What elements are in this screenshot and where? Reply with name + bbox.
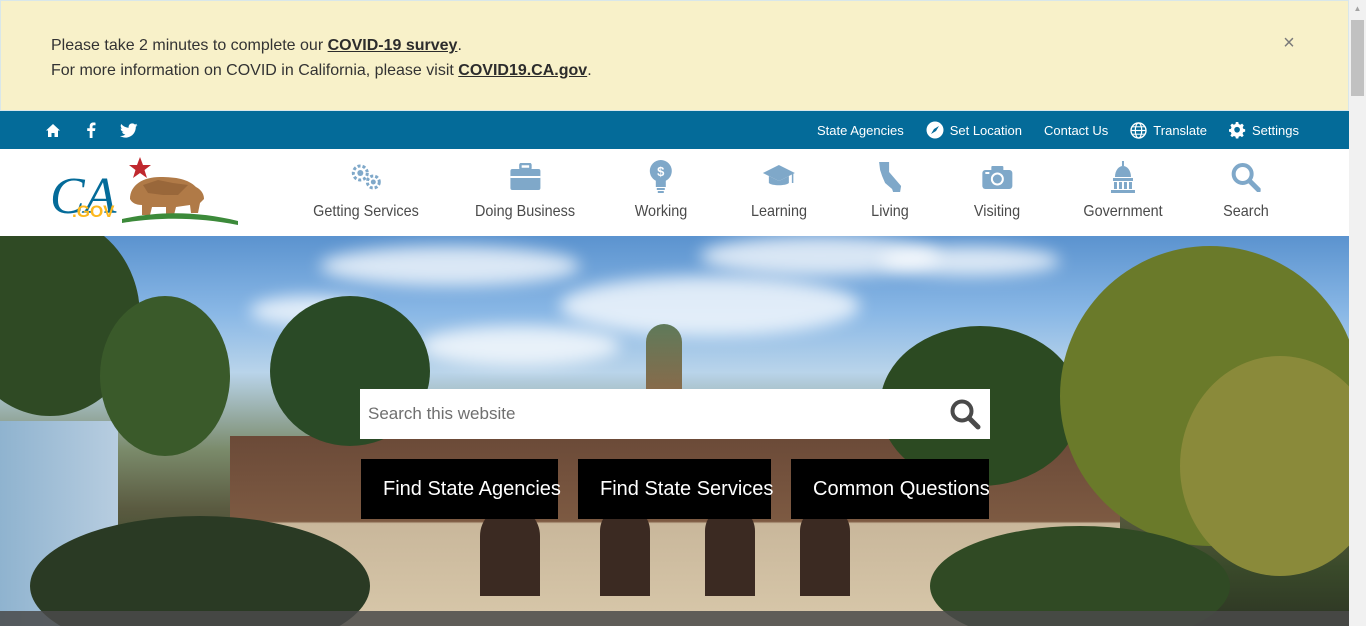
search-icon [1228, 159, 1264, 195]
location-compass-icon [926, 121, 944, 139]
nav-working[interactable]: $ Working [632, 159, 690, 229]
capitol-icon [1105, 159, 1141, 195]
nav-doing-business[interactable]: Doing Business [469, 159, 580, 229]
social-links [44, 111, 138, 149]
common-questions-button[interactable]: Common Questions [791, 459, 990, 519]
covid-survey-link[interactable]: COVID-19 survey [328, 37, 458, 54]
scrollbar-thumb[interactable] [1351, 20, 1364, 96]
settings-label: Settings [1252, 122, 1299, 138]
alert-line-2: For more information on COVID in Califor… [51, 58, 592, 83]
find-state-agencies-button[interactable]: Find State Agencies [361, 459, 561, 519]
set-location-link[interactable]: Set Location [926, 121, 1022, 139]
main-navigation: Getting Services Doing Business $ Workin… [0, 149, 1349, 236]
state-agencies-label: State Agencies [816, 122, 904, 138]
gear-icon [1229, 121, 1246, 139]
alert-line-2-suffix: . [587, 62, 592, 79]
nav-label: Doing Business [474, 203, 576, 220]
find-state-services-label: Find State Services [600, 477, 774, 500]
hero-bottom-strip [0, 611, 1349, 626]
hero-banner: Find State Agencies Find State Services … [0, 236, 1349, 626]
facebook-icon[interactable] [82, 121, 100, 139]
find-state-services-button[interactable]: Find State Services [578, 459, 774, 519]
find-state-agencies-label: Find State Agencies [383, 477, 561, 500]
contact-us-link[interactable]: Contact Us [1044, 123, 1108, 138]
state-agencies-link[interactable]: State Agencies [817, 123, 904, 138]
set-location-label: Set Location [949, 122, 1022, 138]
nav-getting-services[interactable]: Getting Services [307, 159, 424, 229]
twitter-icon[interactable] [120, 121, 138, 139]
nav-label: Learning [750, 203, 808, 220]
scroll-up-arrow-icon[interactable]: ▲ [1349, 0, 1366, 17]
nav-search[interactable]: Search [1221, 159, 1272, 229]
covid-alert-banner: Please take 2 minutes to complete our CO… [0, 0, 1349, 111]
alert-line-1-text: Please take 2 minutes to complete our [51, 37, 328, 54]
nav-label: Getting Services [313, 203, 419, 220]
lightbulb-dollar-icon: $ [643, 159, 679, 195]
california-map-icon [872, 159, 908, 195]
nav-label: Living [871, 203, 909, 220]
nav-label: Working [634, 203, 688, 220]
camera-icon [979, 159, 1015, 195]
site-header: CA .GOV Getting Services Doing Business [0, 149, 1349, 236]
nav-label: Government [1083, 203, 1163, 220]
translate-link[interactable]: Translate [1130, 121, 1208, 139]
globe-icon [1130, 121, 1147, 139]
alert-message: Please take 2 minutes to complete our CO… [51, 33, 592, 83]
nav-learning[interactable]: Learning [748, 159, 810, 229]
utility-bar: State Agencies Set Location Contact Us T… [0, 111, 1349, 149]
settings-link[interactable]: Settings [1229, 121, 1299, 139]
site-search-button[interactable] [940, 389, 990, 439]
nav-government[interactable]: Government [1079, 159, 1167, 229]
svg-text:$: $ [657, 164, 665, 179]
home-icon[interactable] [44, 121, 62, 139]
translate-label: Translate [1153, 122, 1208, 138]
common-questions-label: Common Questions [813, 477, 990, 500]
nav-label: Visiting [973, 203, 1021, 220]
alert-line-2-text: For more information on COVID in Califor… [51, 62, 459, 79]
search-icon [950, 399, 981, 430]
briefcase-icon [507, 159, 543, 195]
covid19-ca-gov-link[interactable]: COVID19.CA.gov [458, 62, 587, 79]
nav-label: Search [1223, 203, 1269, 220]
utility-links: State Agencies Set Location Contact Us T… [817, 111, 1299, 149]
graduation-cap-icon [761, 159, 797, 195]
alert-line-1: Please take 2 minutes to complete our CO… [51, 33, 592, 58]
alert-line-1-suffix: . [457, 37, 462, 54]
contact-us-label: Contact Us [1043, 122, 1109, 138]
nav-visiting[interactable]: Visiting [971, 159, 1022, 229]
close-alert-button[interactable]: × [1279, 33, 1299, 53]
site-search-input[interactable] [360, 389, 940, 439]
page-scrollbar[interactable]: ▲ [1349, 0, 1366, 626]
site-search-form [360, 389, 990, 439]
nav-living[interactable]: Living [869, 159, 911, 229]
gears-icon [348, 159, 384, 195]
